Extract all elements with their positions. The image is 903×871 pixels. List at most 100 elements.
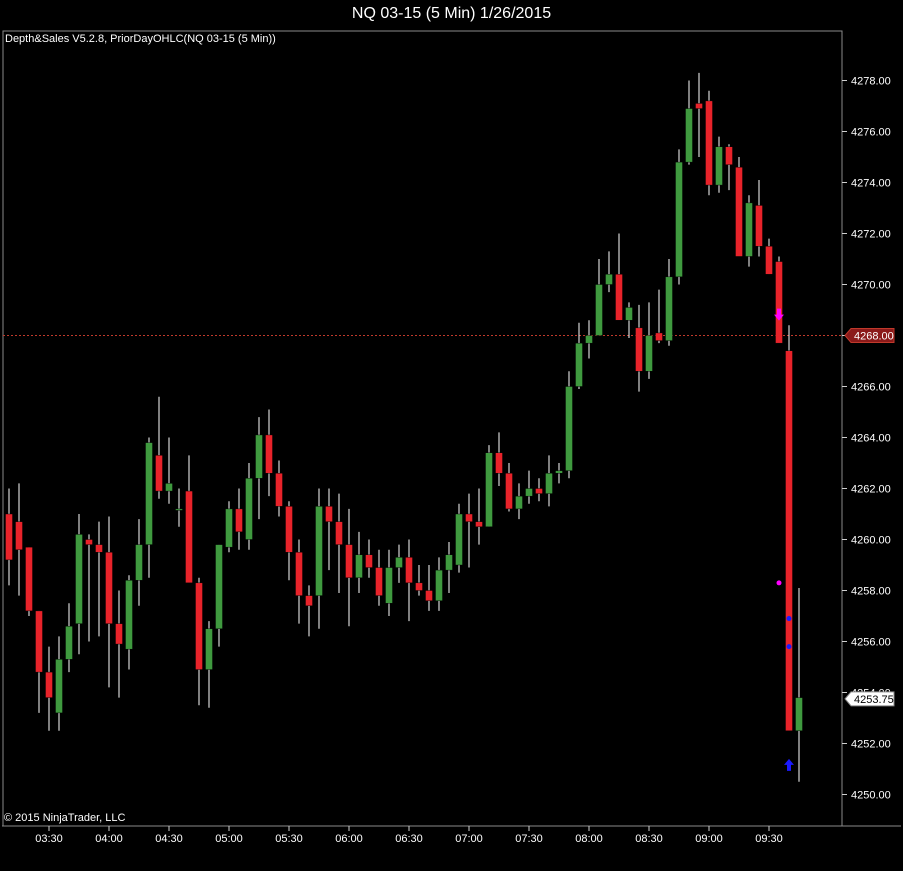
candle-body: [775, 261, 783, 344]
chart-panel[interactable]: 4278.00 4276.00 4274.00 4272.00 4270.00 4268.…: [2, 30, 901, 869]
candle-body: [765, 246, 773, 275]
candle-body: [25, 546, 33, 612]
candle-body: [215, 544, 223, 629]
x-tick-label: 08:30: [635, 833, 663, 845]
candle-body: [645, 335, 653, 372]
candle-body: [445, 554, 453, 571]
candle-body: [465, 513, 473, 522]
candle-body: [555, 470, 563, 474]
candle-body: [205, 628, 213, 670]
candlestick-chart[interactable]: 4278.00 4276.00 4274.00 4272.00 4270.00 4268.…: [2, 30, 901, 869]
x-tick-label: 08:00: [575, 833, 603, 845]
y-tick-label: 4266.00: [851, 382, 891, 394]
candle-body: [125, 580, 133, 650]
candle-body: [225, 508, 233, 548]
candle-body: [605, 274, 613, 285]
candle-body: [295, 552, 303, 596]
candle-body: [265, 434, 273, 474]
candle-body: [455, 513, 463, 566]
x-tick-label: 06:30: [395, 833, 423, 845]
candle-body: [55, 659, 63, 714]
x-tick-label: 09:00: [695, 833, 723, 845]
x-tick-label: 05:30: [275, 833, 303, 845]
x-tick-label: 07:30: [515, 833, 543, 845]
candle-body: [195, 582, 203, 670]
candle-body: [155, 455, 163, 492]
candle-body: [625, 307, 633, 321]
candle-body: [275, 473, 283, 507]
y-tick-label: 4276.00: [851, 127, 891, 139]
candle-body: [425, 590, 433, 601]
candle-body: [495, 452, 503, 474]
candle-body: [45, 671, 53, 698]
candle-body: [785, 350, 793, 731]
candle-body: [535, 488, 543, 494]
candle-body: [235, 508, 243, 533]
candle-body: [255, 434, 263, 479]
candle-body: [305, 595, 313, 606]
candle-body: [375, 567, 383, 596]
candle-body: [475, 521, 483, 527]
candle-body: [65, 626, 73, 660]
candle-body: [15, 521, 23, 550]
x-tick-label: 04:00: [95, 833, 123, 845]
candle-body: [285, 506, 293, 553]
candle-body: [395, 557, 403, 568]
candle-body: [655, 332, 663, 341]
x-tick-label: 06:00: [335, 833, 363, 845]
candle-body: [145, 442, 153, 545]
candle-body: [485, 452, 493, 527]
buy-arrow-marker: [784, 758, 794, 771]
candle-body: [165, 483, 173, 492]
candle-body: [675, 161, 683, 278]
candle-body: [585, 335, 593, 344]
candle-body: [135, 544, 143, 581]
trade-dot-marker: [776, 580, 782, 586]
candle-body: [745, 202, 753, 257]
candle-body: [575, 342, 583, 387]
candle-body: [615, 274, 623, 321]
trade-dot-marker: [786, 644, 792, 650]
candle-body: [35, 610, 43, 673]
candle-body: [75, 534, 83, 624]
candle-body: [735, 166, 743, 257]
y-tick-label: 4260.00: [851, 535, 891, 547]
candle-body: [635, 327, 643, 372]
candle-body: [695, 103, 703, 109]
candle-body: [515, 495, 523, 510]
candle-body: [325, 506, 333, 522]
y-tick-label: 4250.00: [851, 790, 891, 802]
candle-body: [435, 569, 443, 601]
trade-dot-marker: [786, 616, 792, 622]
candle-body: [755, 205, 763, 247]
candle-body: [795, 697, 803, 731]
candle-body: [95, 544, 103, 553]
x-tick-label: 09:30: [755, 833, 783, 845]
candle-body: [185, 490, 193, 584]
candle-body: [385, 567, 393, 604]
candle-body: [725, 146, 733, 165]
candle-body: [5, 513, 13, 561]
candle-body: [665, 276, 673, 341]
candle-body: [505, 473, 513, 510]
indicators-label: Depth&Sales V5.2.8, PriorDayOHLC(NQ 03-1…: [5, 33, 276, 45]
candle-body: [685, 108, 693, 163]
chart-title: NQ 03-15 (5 Min) 1/26/2015: [351, 5, 552, 22]
candle-body: [715, 146, 723, 186]
candle-body: [175, 508, 183, 511]
x-tick-label: 05:00: [215, 833, 243, 845]
candle-body: [705, 100, 713, 186]
y-tick-label: 4264.00: [851, 433, 891, 445]
candle-body: [315, 506, 323, 596]
y-tick-label: 4278.00: [851, 76, 891, 88]
y-tick-label: 4274.00: [851, 178, 891, 190]
y-tick-label: 4252.00: [851, 739, 891, 751]
y-tick-label: 4262.00: [851, 484, 891, 496]
candle-body: [355, 554, 363, 578]
x-tick-label: 03:30: [35, 833, 63, 845]
y-tick-label: 4256.00: [851, 637, 891, 649]
candle-body: [365, 554, 373, 568]
candle-body: [115, 623, 123, 645]
candle-body: [565, 386, 573, 471]
x-tick-label: 04:30: [155, 833, 183, 845]
